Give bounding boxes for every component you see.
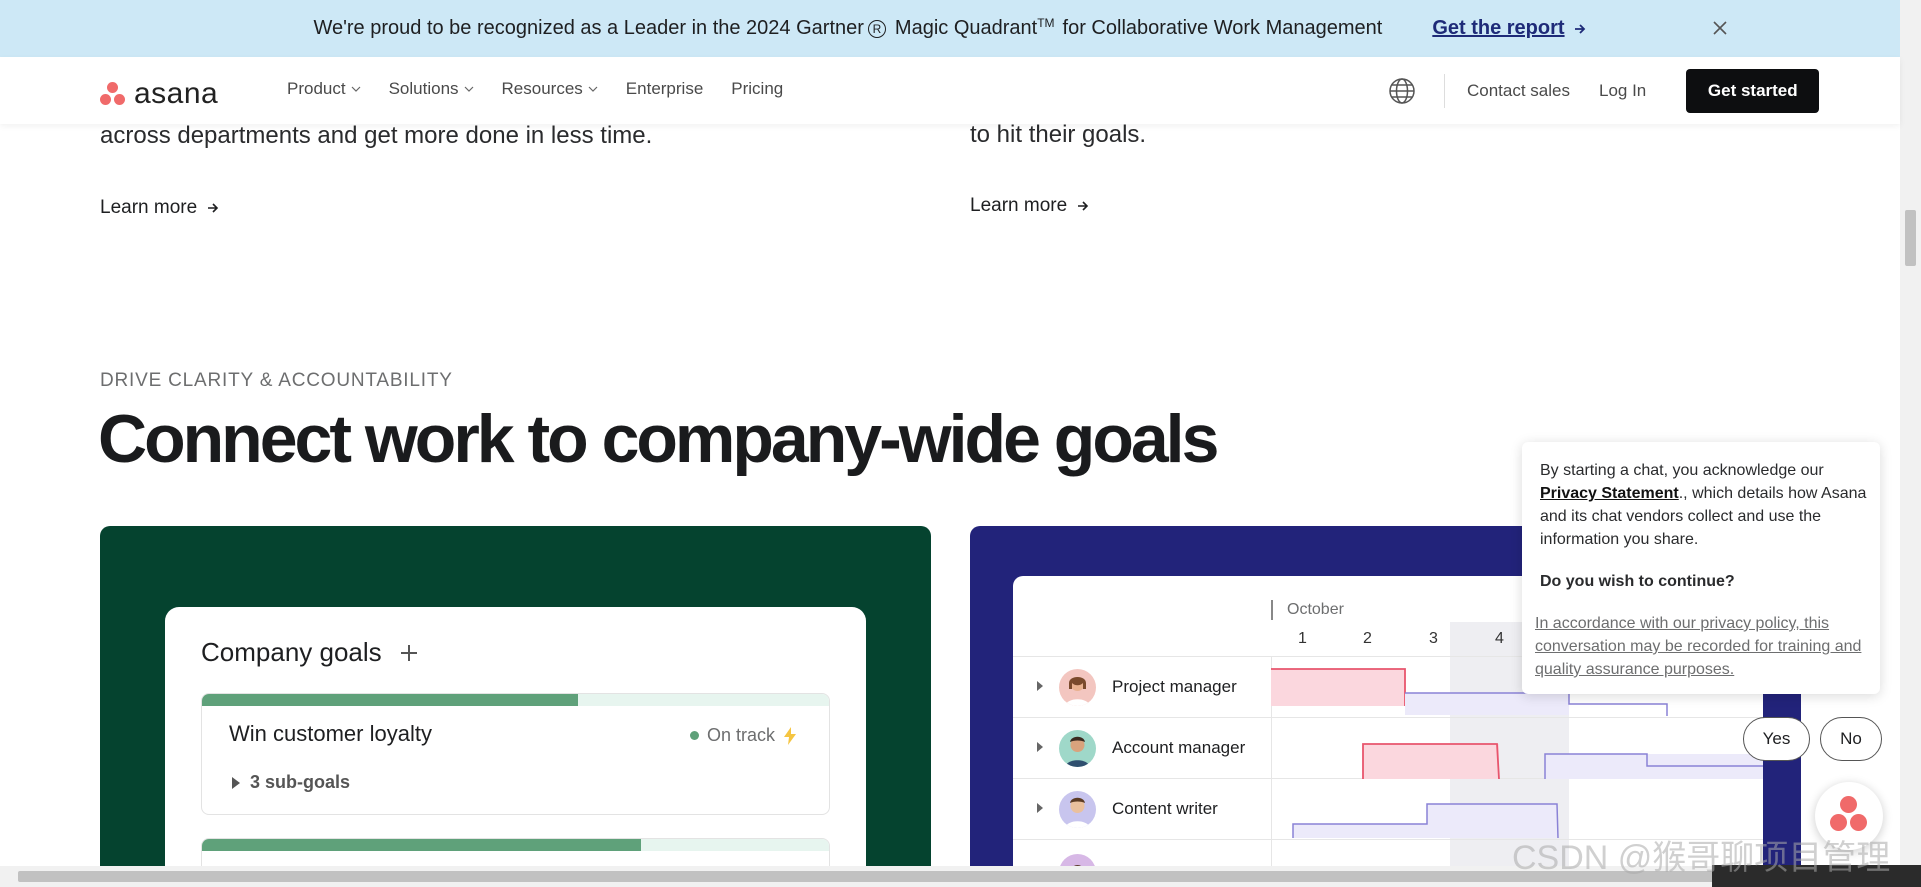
banner-magic-quadrant: Magic Quadrant	[894, 17, 1038, 39]
goal-progress-track	[202, 694, 829, 706]
vertical-scroll-thumb[interactable]	[1905, 210, 1916, 266]
company-goals-header: Company goals	[201, 637, 418, 668]
consent-message: By starting a chat, you acknowledge our …	[1540, 459, 1870, 551]
sub-goals-label: 3 sub-goals	[250, 772, 351, 792]
nav-actions: Contact sales Log In Get started	[1388, 69, 1820, 113]
chevron-down-icon	[464, 86, 473, 92]
goal-status-label: On track	[706, 725, 775, 745]
main-menu: Product Solutions Resources Enterprise P…	[287, 79, 783, 99]
goal-status: On track	[689, 725, 797, 746]
consent-no-button[interactable]: No	[1820, 717, 1882, 761]
close-icon	[1713, 21, 1727, 35]
banner-text: We're proud to be recognized as a Leader…	[313, 17, 864, 39]
get-report-label: Get the report	[1432, 17, 1565, 39]
consent-intro: By starting a chat, you acknowledge our	[1540, 462, 1824, 479]
status-dot	[689, 731, 699, 740]
goal-card-second[interactable]	[201, 838, 830, 866]
top-navigation: asana Product Solutions Resources Enterp…	[0, 57, 1900, 124]
arrow-right-icon	[208, 203, 219, 213]
menu-pricing-label: Pricing	[731, 79, 784, 98]
sub-goals-toggle[interactable]: 3 sub-goals	[232, 772, 350, 793]
vertical-scrollbar[interactable]	[1900, 0, 1921, 866]
watermark: CSDN @猴哥聊项目管理	[1512, 839, 1891, 877]
consent-yes-button[interactable]: Yes	[1743, 717, 1810, 761]
globe-icon[interactable]	[1388, 77, 1416, 105]
privacy-statement-link[interactable]: Privacy Statement	[1540, 485, 1679, 502]
company-goals-panel: Company goals Win customer loyalty On tr…	[165, 607, 866, 866]
menu-pricing[interactable]: Pricing	[731, 79, 783, 99]
consent-question: Do you wish to continue?	[1540, 573, 1735, 590]
timeline-bar	[1363, 744, 1499, 779]
menu-resources-label: Resources	[501, 79, 583, 98]
get-started-button[interactable]: Get started	[1686, 69, 1820, 113]
arrow-right-icon	[1078, 201, 1089, 211]
contact-sales-link[interactable]: Contact sales	[1467, 81, 1570, 101]
learn-more-label: Learn more	[100, 197, 198, 218]
horizontal-scroll-thumb[interactable]	[18, 871, 1718, 882]
arrow-right-icon	[1574, 23, 1585, 34]
caret-right-icon	[232, 776, 240, 789]
get-report-link[interactable]: Get the report	[1432, 17, 1586, 40]
chevron-down-icon	[351, 86, 361, 92]
banner-suffix: for Collaborative Work Management	[1062, 17, 1383, 39]
plus-icon[interactable]	[400, 644, 418, 662]
goal-name: Win customer loyalty	[229, 721, 432, 746]
timeline-bar	[1405, 693, 1569, 715]
menu-product[interactable]: Product	[287, 79, 361, 99]
goal-progress-track	[202, 839, 829, 851]
section-eyebrow: DRIVE CLARITY & ACCOUNTABILITY	[100, 370, 453, 391]
menu-enterprise[interactable]: Enterprise	[626, 79, 703, 99]
asana-logo-icon	[100, 82, 126, 106]
section-headline: Connect work to company-wide goals	[98, 401, 1219, 477]
menu-enterprise-label: Enterprise	[625, 79, 704, 98]
asana-logo[interactable]: asana	[100, 77, 218, 111]
goal-progress-fill	[202, 694, 579, 706]
learn-more-label: Learn more	[970, 195, 1068, 216]
learn-more-link-right[interactable]: Learn more	[970, 195, 1090, 217]
goal-progress-fill	[202, 839, 641, 851]
brand-name: asana	[134, 77, 219, 110]
login-link[interactable]: Log In	[1599, 81, 1646, 101]
learn-more-link-left[interactable]: Learn more	[100, 197, 220, 219]
menu-solutions[interactable]: Solutions	[389, 79, 474, 99]
banner-close-button[interactable]	[1707, 15, 1733, 41]
banner-message: We're proud to be recognized as a Leader…	[313, 15, 1383, 40]
chevron-down-icon	[588, 86, 598, 92]
goal-card[interactable]: Win customer loyalty On track 3 sub-goal…	[201, 693, 830, 815]
privacy-policy-note[interactable]: In accordance with our privacy policy, t…	[1535, 612, 1865, 681]
feature-description-left: across departments and get more done in …	[100, 122, 653, 149]
menu-product-label: Product	[287, 79, 346, 98]
feature-description-right: to hit their goals.	[970, 121, 1147, 148]
lightning-icon	[784, 726, 796, 745]
menu-solutions-label: Solutions	[388, 79, 459, 98]
timeline-bar	[1271, 669, 1405, 706]
trademark-mark: TM	[1037, 15, 1055, 30]
menu-resources[interactable]: Resources	[502, 79, 598, 99]
chat-consent-dialog: By starting a chat, you acknowledge our …	[1522, 442, 1880, 694]
company-goals-title: Company goals	[201, 637, 382, 667]
announcement-banner: We're proud to be recognized as a Leader…	[0, 0, 1900, 57]
goals-feature-card: Company goals Win customer loyalty On tr…	[100, 526, 931, 866]
registered-mark: R	[867, 19, 886, 38]
nav-divider	[1444, 74, 1445, 108]
